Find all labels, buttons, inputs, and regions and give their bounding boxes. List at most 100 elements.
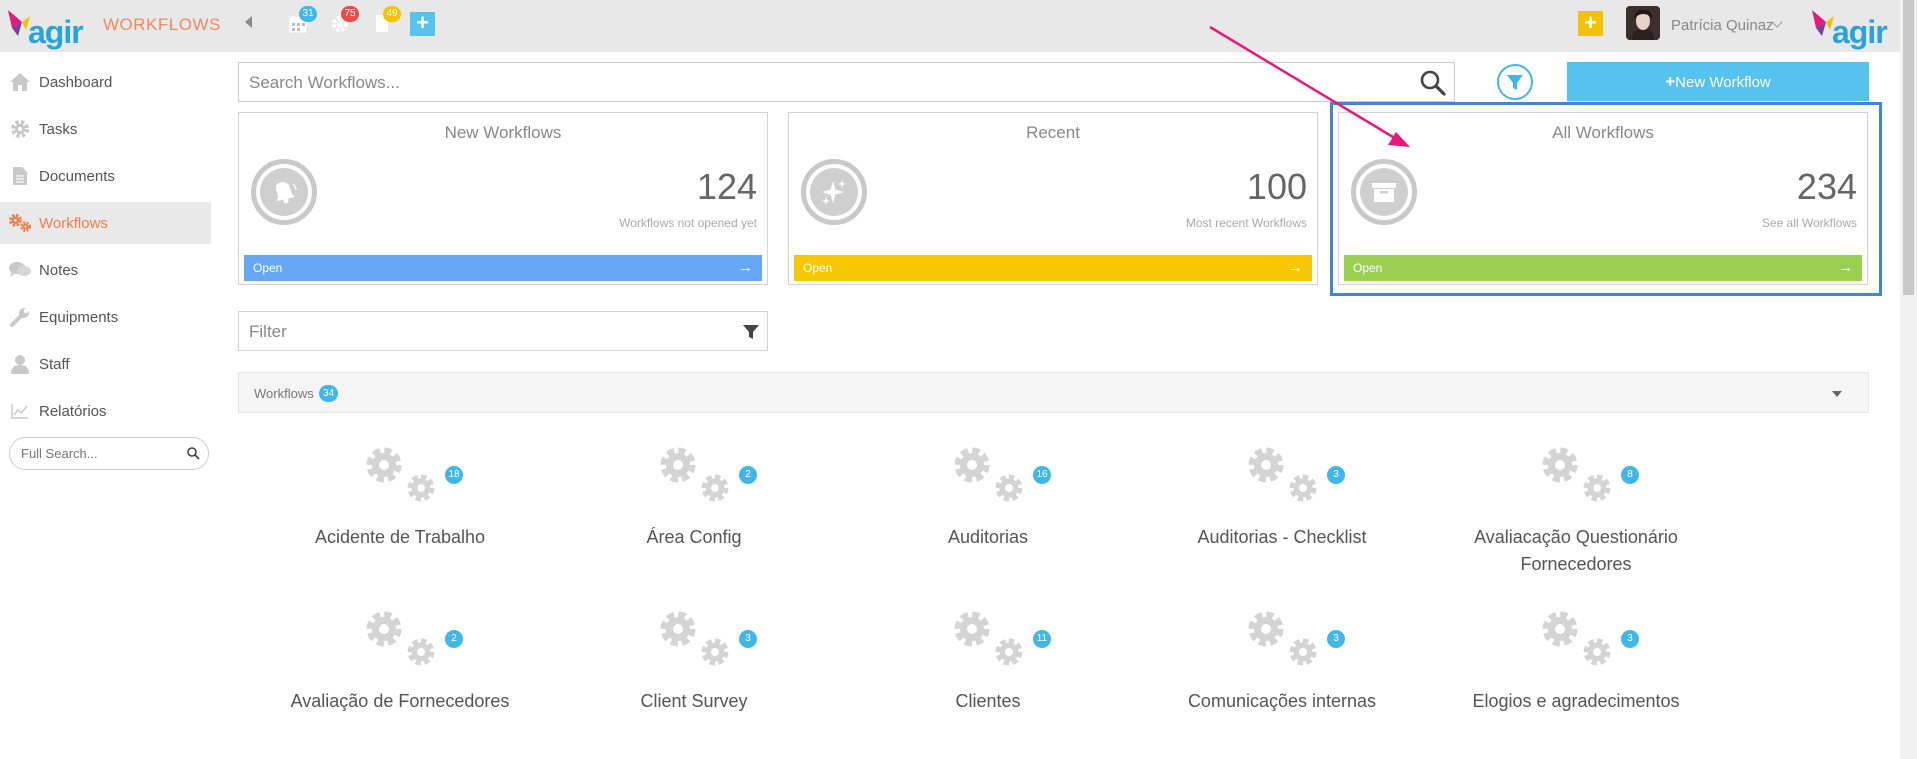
settings-button[interactable]: 75 bbox=[330, 6, 359, 36]
workflow-item[interactable]: 3 Auditorias - Checklist bbox=[1135, 444, 1429, 594]
workflow-filter[interactable] bbox=[238, 311, 768, 351]
workflow-item[interactable]: 2 Avaliação de Fornecedores bbox=[253, 608, 547, 758]
card-count: 124 bbox=[696, 166, 757, 207]
workflow-item[interactable]: 16 Auditorias bbox=[841, 444, 1135, 594]
gears-icon bbox=[1245, 444, 1319, 508]
workflow-count-badge: 3 bbox=[1327, 466, 1345, 484]
funnel-icon[interactable] bbox=[742, 324, 760, 340]
scrollbar-thumb[interactable] bbox=[1903, 0, 1914, 295]
sidebar-item-workflows[interactable]: Workflows bbox=[0, 202, 211, 244]
wrench-icon bbox=[8, 305, 32, 329]
avatar-photo bbox=[1626, 6, 1660, 40]
workflow-count-badge: 8 bbox=[1621, 466, 1639, 484]
module-title: WORKFLOWS bbox=[103, 15, 221, 34]
logo-text: agir bbox=[1832, 14, 1888, 50]
logo-text: agir bbox=[28, 14, 84, 50]
app-logo[interactable]: agir bbox=[6, 2, 84, 50]
plus-icon: + bbox=[1665, 72, 1676, 91]
calendar-button[interactable]: 31 bbox=[288, 6, 317, 36]
collapse-sidebar-icon[interactable] bbox=[245, 16, 252, 28]
new-workflow-label: New Workflow bbox=[1675, 74, 1771, 91]
workflow-item[interactable]: 3 Client Survey bbox=[547, 608, 841, 758]
workflow-count-badge: 3 bbox=[1621, 630, 1639, 648]
full-search-input[interactable] bbox=[21, 446, 181, 461]
card-open-button[interactable]: Open → bbox=[794, 255, 1312, 281]
top-bar: agir WORKFLOWS 31 75 49 + + Patrícia Qui… bbox=[0, 0, 1900, 52]
gears-icon bbox=[657, 608, 731, 672]
card-recent: Recent 100 Most recent Workflows Open → bbox=[788, 112, 1318, 285]
card-subtitle: Most recent Workflows bbox=[1185, 216, 1307, 230]
avatar[interactable] bbox=[1626, 6, 1660, 40]
workflow-item[interactable]: 8 Avaliacação Questionário Fornecedores bbox=[1429, 444, 1723, 594]
sidebar-item-label: Workflows bbox=[39, 214, 108, 232]
workflow-count-badge: 3 bbox=[739, 630, 757, 648]
sidebar-item-notes[interactable]: Notes bbox=[0, 249, 211, 291]
sidebar-item-label: Tasks bbox=[39, 120, 78, 138]
card-new-workflows: New Workflows 124 Workflows not opened y… bbox=[238, 112, 768, 285]
card-title: New Workflows bbox=[444, 123, 562, 142]
documents-button[interactable]: 49 bbox=[372, 6, 401, 36]
gears-icon bbox=[1539, 608, 1613, 672]
sidebar-item-label: Documents bbox=[39, 167, 115, 185]
user-icon bbox=[8, 352, 32, 376]
gear-icon bbox=[8, 117, 32, 141]
workflow-item[interactable]: 2 Área Config bbox=[547, 444, 841, 594]
card-title: Recent bbox=[1026, 123, 1080, 142]
quick-add-button[interactable]: + bbox=[410, 12, 435, 36]
gears-icon bbox=[363, 608, 437, 672]
gears-icon bbox=[1539, 444, 1613, 508]
workflow-item[interactable]: 18 Acidente de Trabalho bbox=[253, 444, 547, 594]
sidebar-item-label: Relatórios bbox=[39, 402, 107, 420]
workflow-count-badge: 2 bbox=[739, 466, 757, 484]
workflow-name: Avaliação de Fornecedores bbox=[290, 691, 510, 711]
calendar-badge: 31 bbox=[299, 6, 317, 22]
user-name[interactable]: Patrícia Quinaz bbox=[1671, 17, 1774, 34]
card-open-button[interactable]: Open → bbox=[244, 255, 762, 281]
sidebar-item-relatorios[interactable]: Relatórios bbox=[0, 390, 211, 432]
workflow-name: Auditorias bbox=[947, 527, 1029, 547]
workflows-group-header[interactable]: Workflows 34 bbox=[238, 372, 1869, 413]
workflow-name: Elogios e agradecimentos bbox=[1472, 691, 1680, 711]
gears-icon bbox=[1245, 608, 1319, 672]
sidebar-item-dashboard[interactable]: Dashboard bbox=[0, 61, 211, 103]
gears-icon bbox=[8, 211, 32, 235]
workflow-name: Área Config bbox=[646, 527, 742, 547]
full-search[interactable] bbox=[9, 437, 209, 470]
workflow-count-badge: 3 bbox=[1327, 630, 1345, 648]
arrow-right-icon: → bbox=[1288, 259, 1303, 276]
new-workflow-button[interactable]: +New Workflow bbox=[1567, 62, 1869, 101]
add-button[interactable]: + bbox=[1578, 11, 1603, 36]
sidebar-item-label: Equipments bbox=[39, 308, 119, 326]
filter-toggle-button[interactable] bbox=[1497, 64, 1533, 100]
card-open-label: Open bbox=[803, 261, 833, 275]
bell-icon bbox=[251, 159, 317, 225]
search-input[interactable] bbox=[249, 73, 1399, 93]
logo-bird-icon bbox=[8, 10, 30, 36]
workflow-item[interactable]: 3 Elogios e agradecimentos bbox=[1429, 608, 1723, 758]
gears-icon bbox=[657, 444, 731, 508]
sidebar-item-tasks[interactable]: Tasks bbox=[0, 108, 211, 150]
gears-icon bbox=[363, 444, 437, 508]
search-icon[interactable] bbox=[1419, 69, 1447, 97]
workflow-search[interactable] bbox=[238, 62, 1455, 102]
arrow-right-icon: → bbox=[738, 259, 753, 276]
group-label: Workflows bbox=[254, 386, 314, 401]
sidebar-item-staff[interactable]: Staff bbox=[0, 343, 211, 385]
filter-input[interactable] bbox=[249, 322, 729, 342]
sidebar-item-label: Dashboard bbox=[39, 73, 113, 91]
sparkle-icon bbox=[801, 159, 867, 225]
comments-icon bbox=[8, 258, 32, 282]
workflow-name: Avaliacação Questionário Fornecedores bbox=[1474, 527, 1678, 574]
caret-down-icon[interactable] bbox=[1832, 391, 1842, 397]
search-icon[interactable] bbox=[187, 447, 200, 460]
sidebar-item-documents[interactable]: Documents bbox=[0, 155, 211, 197]
chart-icon bbox=[8, 399, 32, 423]
sidebar: Dashboard Tasks Documents Workflows Note… bbox=[0, 52, 215, 759]
workflow-count-badge: 11 bbox=[1033, 630, 1051, 648]
workflow-count-badge: 18 bbox=[445, 466, 463, 484]
workflow-item[interactable]: 3 Comunicações internas bbox=[1135, 608, 1429, 758]
workflow-count-badge: 2 bbox=[445, 630, 463, 648]
sidebar-item-equipments[interactable]: Equipments bbox=[0, 296, 211, 338]
funnel-icon bbox=[1507, 75, 1523, 90]
workflow-item[interactable]: 11 Clientes bbox=[841, 608, 1135, 758]
